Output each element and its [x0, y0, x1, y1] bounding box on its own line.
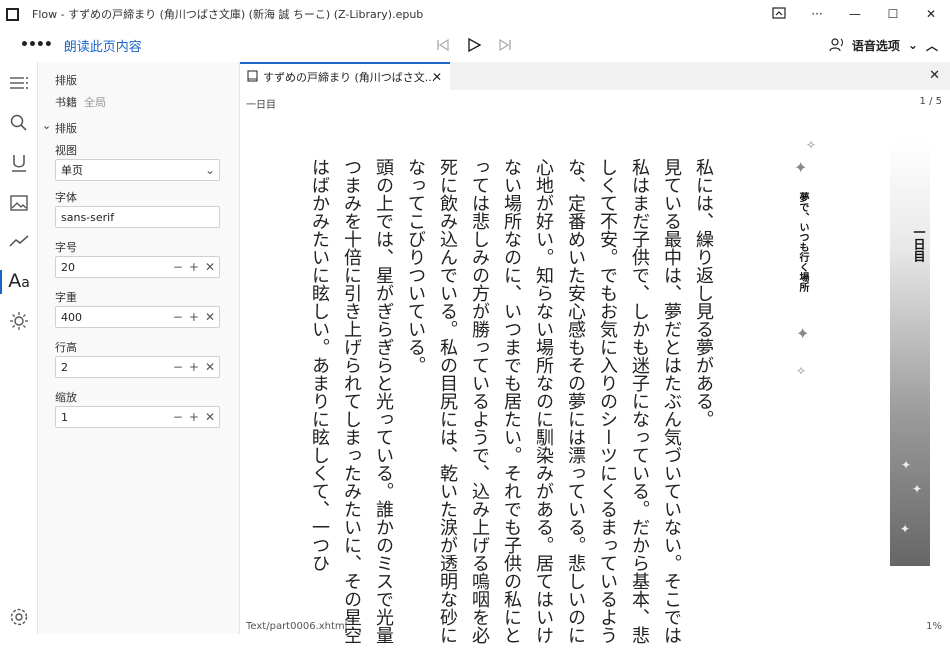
plus-icon[interactable]: + [189, 310, 199, 324]
zoom-label: 缩放 [55, 391, 77, 404]
reset-icon[interactable]: ✕ [205, 410, 215, 424]
tab-title: すずめの戸締まり (角川つばさ文... [263, 71, 436, 84]
voice-options-label: 语音选项 [851, 38, 900, 53]
more-button[interactable]: •••• [20, 37, 53, 53]
sparkle-icon: ✧ [796, 364, 807, 378]
typography-icon[interactable]: Aa [0, 262, 38, 300]
progress-percent: 1% [926, 621, 942, 632]
toc-icon[interactable] [0, 64, 38, 102]
search-icon[interactable] [0, 104, 38, 142]
sparkle-icon: ✦ [912, 482, 923, 496]
illustration-subtitle: 夢で、いつも行く場所 [797, 192, 808, 292]
paragraph: 見ている最中は、夢だとはたぶん気づいていない。そこでは私はまだ子供で、しかも迷子… [405, 158, 682, 644]
view-label: 视图 [55, 144, 77, 157]
read-aloud-button[interactable]: 朗读此页内容 [64, 36, 142, 55]
book-text: 私には、繰り返し見る夢がある。 見ている最中は、夢だとはたぶん気づいていない。そ… [284, 158, 719, 658]
window-controls: ··· — ☐ ✕ [760, 0, 950, 28]
maximize-icon[interactable]: ☐ [874, 0, 912, 28]
lineheight-label: 行高 [55, 341, 77, 354]
tab-close-icon[interactable]: ✕ [432, 70, 442, 84]
collapse-icon[interactable]: ︿ [926, 37, 938, 54]
chapter-label: 一日目 [246, 100, 276, 111]
more-icon[interactable]: ··· [798, 0, 836, 28]
minimize-icon[interactable]: — [836, 0, 874, 28]
sparkle-icon: ✦ [796, 324, 810, 343]
page-indicator: 1 / 5 [919, 96, 942, 107]
view-value: 单页 [61, 164, 83, 177]
toolbar: •••• 朗读此页内容 语音选项 ⌄ ︿ [0, 28, 950, 62]
weight-value: 400 [61, 310, 82, 324]
typesetting-panel: 排版 书籍 全局 ⌄ 排版 视图 单页 ⌄ 字体 sans-serif 字号 2… [38, 62, 240, 634]
minus-icon[interactable]: − [173, 410, 183, 424]
chapter-illustration [890, 140, 930, 566]
size-label: 字号 [55, 241, 77, 254]
previous-icon[interactable] [436, 38, 450, 52]
lineheight-value: 2 [61, 360, 68, 374]
view-select[interactable]: 单页 ⌄ [55, 159, 220, 181]
plus-icon[interactable]: + [189, 410, 199, 424]
title-bar: Flow - すずめの戸締まり (角川つばさ文庫) (新海 誠 ちーこ) (Z-… [0, 0, 950, 28]
weight-label: 字重 [55, 291, 77, 304]
settings-gear-icon[interactable] [0, 598, 38, 636]
minus-icon[interactable]: − [173, 310, 183, 324]
font-label: 字体 [55, 191, 77, 204]
illustration-heading: 一日目 [912, 226, 926, 262]
panel-title: 排版 [55, 74, 77, 87]
chevron-down-icon: ⌄ [204, 163, 215, 177]
plus-icon[interactable]: + [189, 360, 199, 374]
app-icon [6, 7, 19, 21]
lineheight-stepper[interactable]: 2 − + ✕ [55, 356, 220, 378]
scope-global-tab[interactable]: 全局 [84, 94, 106, 110]
theme-icon[interactable] [0, 302, 38, 340]
plus-icon[interactable]: + [189, 260, 199, 274]
weight-stepper[interactable]: 400 − + ✕ [55, 306, 220, 328]
minus-icon[interactable]: − [173, 360, 183, 374]
chevron-down-icon: ⌄ [907, 38, 918, 52]
cast-icon[interactable] [760, 0, 798, 28]
paragraph: 頭の上では、星がぎらぎらと光っている。誰かのミスで光量つまみを十倍に引き上げられ… [309, 158, 394, 644]
sparkle-icon: ✦ [901, 458, 912, 472]
close-icon[interactable]: ✕ [912, 0, 950, 28]
voice-icon [828, 36, 844, 55]
annotation-icon[interactable] [0, 144, 38, 182]
reset-icon[interactable]: ✕ [205, 310, 215, 324]
playback-controls [436, 28, 512, 62]
play-icon[interactable] [466, 37, 482, 53]
timeline-icon[interactable] [0, 222, 38, 260]
next-icon[interactable] [498, 38, 512, 52]
voice-options[interactable]: 语音选项 ⌄ ︿ [828, 28, 938, 62]
font-value: sans-serif [61, 210, 115, 224]
activity-bar: Aa [0, 62, 38, 634]
window-title: Flow - すずめの戸締まり (角川つばさ文庫) (新海 誠 ちーこ) (Z-… [32, 8, 424, 21]
font-input[interactable]: sans-serif [55, 206, 220, 228]
paragraph: 私には、繰り返し見る夢がある。 [693, 158, 714, 428]
reset-icon[interactable]: ✕ [205, 360, 215, 374]
reset-icon[interactable]: ✕ [205, 260, 215, 274]
group-collapse-icon[interactable]: ⌄ [42, 119, 51, 132]
size-stepper[interactable]: 20 − + ✕ [55, 256, 220, 278]
sparkle-icon: ✧ [806, 138, 817, 152]
scope-book-tab[interactable]: 书籍 [55, 94, 77, 110]
reader-area: すずめの戸締まり (角川つばさ文... ✕ ✕ 一日目 1 / 5 私には、繰り… [240, 62, 950, 644]
zoom-value: 1 [61, 410, 68, 424]
file-path: Text/part0006.xhtml [246, 621, 348, 632]
book-tab[interactable]: すずめの戸締まり (角川つばさ文... ✕ [240, 62, 450, 90]
size-value: 20 [61, 260, 75, 274]
group-label: 排版 [55, 122, 77, 135]
book-icon [247, 69, 258, 85]
sparkle-icon: ✦ [794, 158, 808, 177]
zoom-stepper[interactable]: 1 − + ✕ [55, 406, 220, 428]
image-icon[interactable] [0, 184, 38, 222]
sparkle-icon: ✦ [900, 522, 911, 536]
close-reader-icon[interactable]: ✕ [929, 68, 940, 83]
minus-icon[interactable]: − [173, 260, 183, 274]
